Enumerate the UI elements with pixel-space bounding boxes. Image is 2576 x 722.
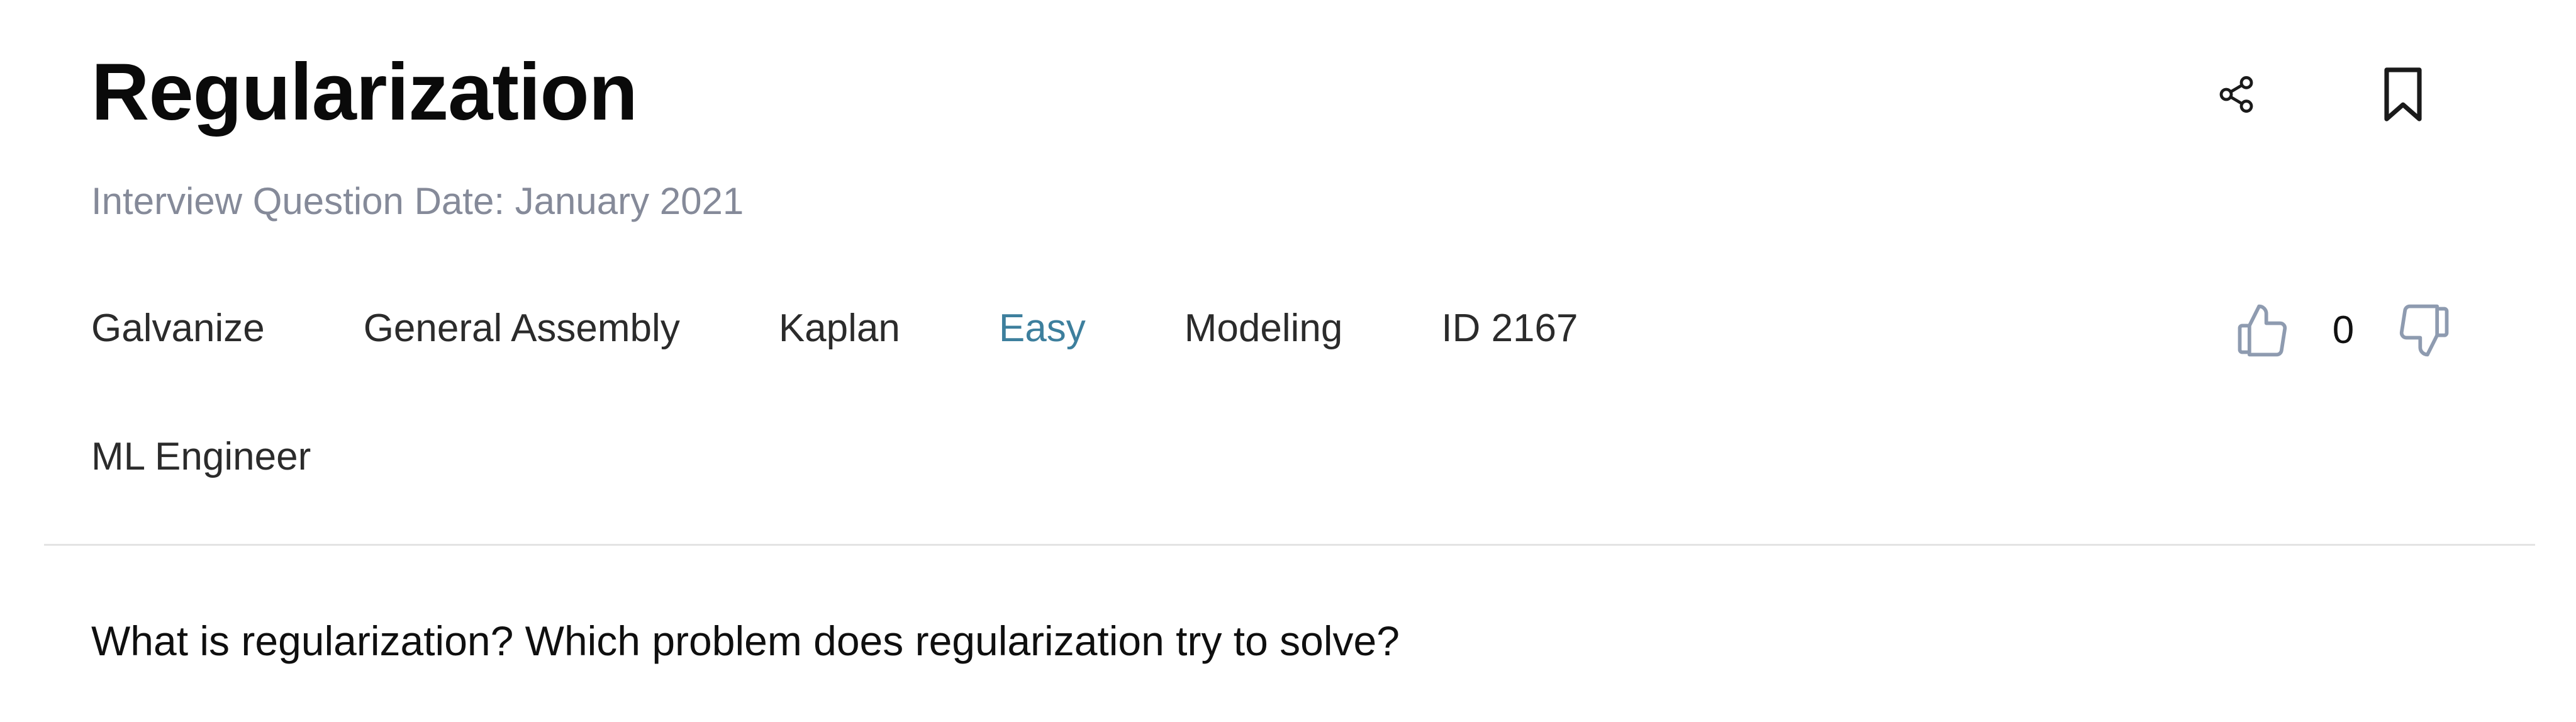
question-text: What is regularization? Which problem do… [91,618,1400,664]
question-tags: Galvanize General Assembly Kaplan Easy M… [91,303,1578,354]
interview-date: Interview Question Date: January 2021 [91,180,744,222]
page-title: Regularization [91,47,638,137]
vote-controls: 0 [2227,296,2460,365]
bookmark-button[interactable] [2368,60,2438,129]
upvote-button[interactable] [2227,296,2296,365]
bookmark-icon [2384,67,2422,121]
thumbs-up-icon [2238,304,2287,357]
vote-count: 0 [2332,308,2355,352]
tag-difficulty[interactable]: Easy [999,303,1086,354]
question-id: ID 2167 [1441,307,1578,350]
downvote-button[interactable] [2390,296,2460,365]
tag-role[interactable]: ML Engineer [91,432,311,482]
tag-company-kaplan[interactable]: Kaplan [779,303,900,354]
tag-company-general-assembly[interactable]: General Assembly [364,303,680,354]
section-divider [44,544,2535,546]
thumbs-down-icon [2399,304,2449,357]
share-button[interactable] [2205,63,2268,126]
share-icon [2219,76,2253,113]
tag-company-galvanize[interactable]: Galvanize [91,303,265,354]
tag-category[interactable]: Modeling [1185,303,1343,354]
